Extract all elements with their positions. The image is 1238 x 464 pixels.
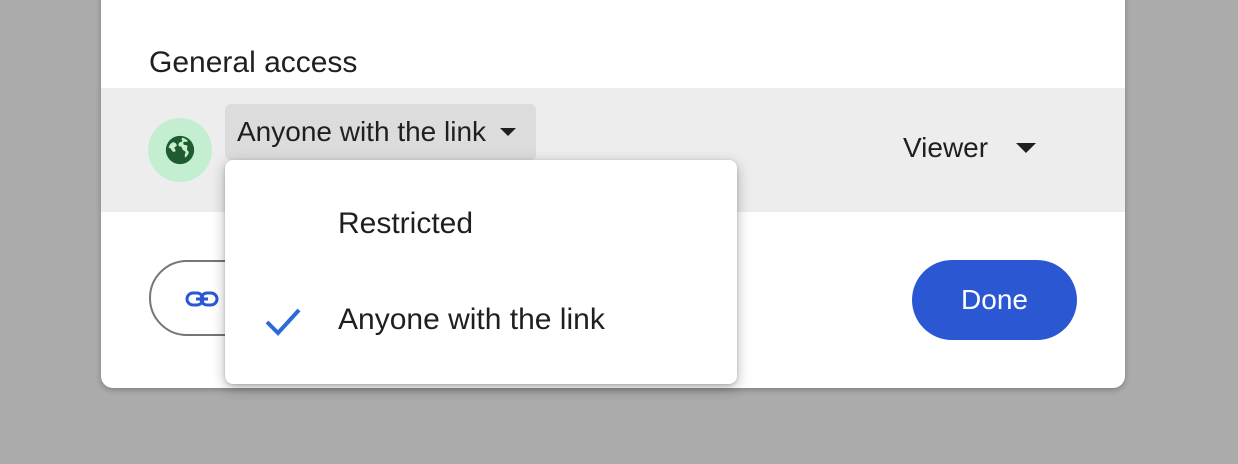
done-button[interactable]: Done xyxy=(912,260,1077,340)
menu-item-label: Restricted xyxy=(338,207,474,240)
access-level-label: Anyone with the link xyxy=(237,116,487,147)
general-access-heading: General access xyxy=(149,46,358,79)
chevron-down-icon xyxy=(500,128,517,136)
link-icon xyxy=(185,284,219,319)
globe-icon xyxy=(148,118,212,182)
check-icon xyxy=(263,304,303,343)
chevron-down-icon xyxy=(1016,143,1037,153)
menu-item-label: Anyone with the link xyxy=(338,303,605,336)
menu-item-anyone-with-link[interactable]: Anyone with the link xyxy=(225,272,737,368)
menu-item-restricted[interactable]: Restricted xyxy=(225,176,737,272)
role-label: Viewer xyxy=(903,132,989,163)
role-dropdown[interactable]: Viewer xyxy=(891,120,1048,176)
access-level-dropdown[interactable]: Anyone with the link xyxy=(225,104,537,160)
access-level-menu: Restricted Anyone with the link xyxy=(225,160,737,384)
